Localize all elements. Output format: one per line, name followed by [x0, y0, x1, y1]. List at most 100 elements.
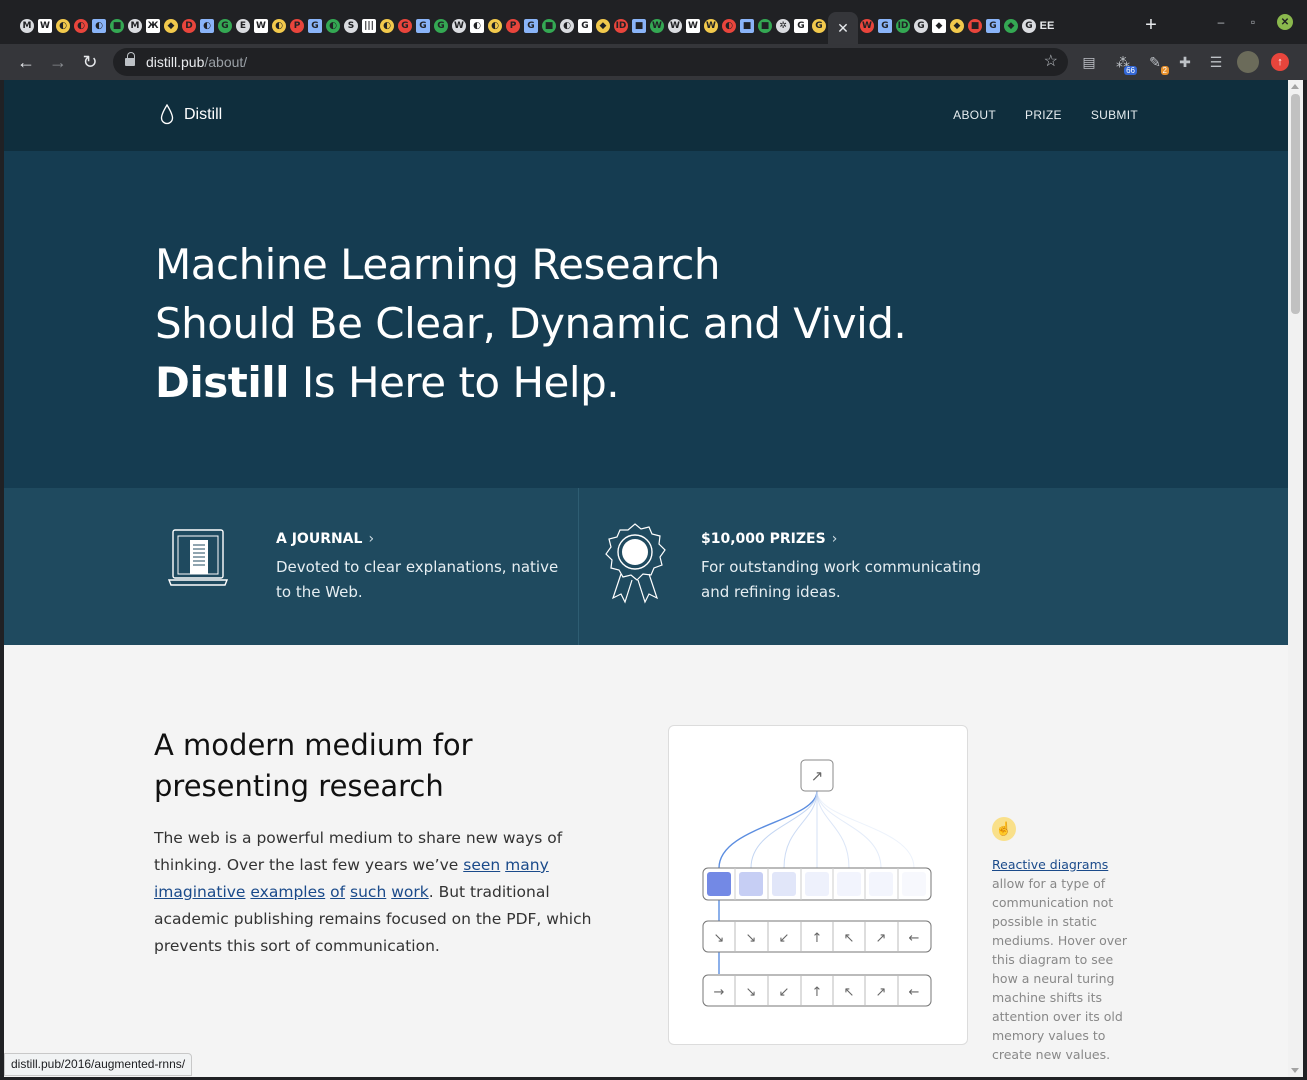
- nav-submit[interactable]: SUBMIT: [1091, 108, 1138, 122]
- tab-favicon[interactable]: G: [306, 12, 324, 40]
- tab-favicon[interactable]: ◐: [90, 12, 108, 40]
- tab-favicon[interactable]: M: [126, 12, 144, 40]
- link-imaginative[interactable]: imaginative: [154, 883, 245, 901]
- tab-favicon[interactable]: |||: [360, 12, 378, 40]
- tab-favicon[interactable]: G: [1020, 12, 1038, 40]
- tab-close-icon[interactable]: ✕: [837, 20, 849, 37]
- update-icon[interactable]: ↑: [1271, 53, 1289, 71]
- tab-favicon[interactable]: ◐: [54, 12, 72, 40]
- tree-icon[interactable]: ⁂ 66: [1113, 52, 1137, 75]
- address-bar[interactable]: distill.pub/about/ ☆: [113, 48, 1068, 76]
- url-text[interactable]: distill.pub/about/: [146, 54, 247, 70]
- link-such[interactable]: such: [350, 883, 386, 901]
- nav-prize[interactable]: PRIZE: [1025, 108, 1062, 122]
- tab-favicon[interactable]: ■: [540, 12, 558, 40]
- window-close-icon[interactable]: ✕: [1277, 14, 1293, 30]
- favicon-icon: G: [308, 19, 322, 33]
- tab-favicon[interactable]: G: [522, 12, 540, 40]
- scroll-up-arrow[interactable]: [1291, 84, 1299, 89]
- tab-favicon[interactable]: W: [36, 12, 54, 40]
- tab-favicon[interactable]: ◆: [594, 12, 612, 40]
- tab-favicon[interactable]: G: [216, 12, 234, 40]
- tab-favicon[interactable]: ◐: [468, 12, 486, 40]
- feature-journal-title[interactable]: A JOURNAL ›: [276, 531, 374, 547]
- tab-favicon[interactable]: E: [234, 12, 252, 40]
- tab-favicon[interactable]: ◆: [1002, 12, 1020, 40]
- tab-favicon[interactable]: ◐: [486, 12, 504, 40]
- tab-favicon[interactable]: S: [342, 12, 360, 40]
- tab-favicon[interactable]: ID: [612, 12, 630, 40]
- tab-favicon[interactable]: W: [450, 12, 468, 40]
- tab-favicon[interactable]: ID: [894, 12, 912, 40]
- tab-favicon[interactable]: W: [252, 12, 270, 40]
- tab-favicon[interactable]: G: [984, 12, 1002, 40]
- tab-favicon-ee[interactable]: EE: [1038, 12, 1056, 40]
- lock-icon[interactable]: [125, 52, 135, 67]
- forward-icon[interactable]: →: [46, 50, 70, 74]
- tab-favicon[interactable]: G: [414, 12, 432, 40]
- tab-favicon[interactable]: ◐: [558, 12, 576, 40]
- tab-favicon[interactable]: W: [648, 12, 666, 40]
- tab-favicon[interactable]: D: [180, 12, 198, 40]
- doc-icon[interactable]: ▤: [1079, 52, 1099, 72]
- tab-favicon[interactable]: P: [288, 12, 306, 40]
- tab-favicon[interactable]: G: [576, 12, 594, 40]
- tab-favicon[interactable]: ◐: [720, 12, 738, 40]
- tab-favicon[interactable]: ◆: [162, 12, 180, 40]
- link-work[interactable]: work: [391, 883, 429, 901]
- tab-favicon[interactable]: ■: [108, 12, 126, 40]
- nav-about[interactable]: ABOUT: [953, 108, 996, 122]
- bookmark-star-icon[interactable]: ☆: [1044, 51, 1058, 71]
- tab-favicon[interactable]: Ж: [144, 12, 162, 40]
- tab-favicon[interactable]: ✲: [774, 12, 792, 40]
- tab-favicon[interactable]: G: [912, 12, 930, 40]
- puzzle-icon[interactable]: ✚: [1175, 52, 1195, 72]
- ntm-attention-diagram[interactable]: ↗ ↘ ↘ ↙ ↑ ↖ ↗ ← → ↘ ↙ ↑ ↖ ↗ ←: [669, 726, 969, 1046]
- tab-favicon[interactable]: ◆: [930, 12, 948, 40]
- tab-favicon[interactable]: W: [702, 12, 720, 40]
- tab-favicon[interactable]: P: [504, 12, 522, 40]
- tab-favicon[interactable]: W: [858, 12, 876, 40]
- tab-favicon[interactable]: G: [810, 12, 828, 40]
- tab-favicon[interactable]: ◐: [198, 12, 216, 40]
- tab-favicon[interactable]: W: [684, 12, 702, 40]
- tab-favicon[interactable]: G: [432, 12, 450, 40]
- link-seen[interactable]: seen: [463, 856, 500, 874]
- minimize-icon[interactable]: –: [1213, 14, 1229, 30]
- reload-icon[interactable]: ↻: [78, 50, 102, 74]
- scroll-thumb[interactable]: [1291, 94, 1300, 314]
- maximize-icon[interactable]: ▫: [1245, 14, 1261, 30]
- tab-favicon[interactable]: ◆: [948, 12, 966, 40]
- tab-favicon[interactable]: G: [876, 12, 894, 40]
- link-many[interactable]: many: [505, 856, 549, 874]
- tab-favicon[interactable]: W: [666, 12, 684, 40]
- tab-favicon[interactable]: ◐: [378, 12, 396, 40]
- tab-favicon[interactable]: ■: [630, 12, 648, 40]
- tab-favicon[interactable]: ■: [966, 12, 984, 40]
- feature-prizes-title[interactable]: $10,000 PRIZES ›: [701, 531, 837, 547]
- tab-favicon[interactable]: ◐: [324, 12, 342, 40]
- media-icon[interactable]: ☰: [1206, 52, 1226, 72]
- tab-favicon[interactable]: M: [18, 12, 36, 40]
- tab-favicon[interactable]: G: [792, 12, 810, 40]
- tab-favicon[interactable]: ■: [756, 12, 774, 40]
- tab-favicon[interactable]: ◐: [270, 12, 288, 40]
- link-of[interactable]: of: [330, 883, 345, 901]
- ntm-diagram[interactable]: ↗ ↘ ↘ ↙ ↑ ↖ ↗ ← → ↘ ↙ ↑ ↖ ↗ ←: [668, 725, 968, 1045]
- extension-badge: 2: [1160, 66, 1169, 75]
- tab-favicon[interactable]: ■: [738, 12, 756, 40]
- new-tab-button[interactable]: +: [1140, 14, 1162, 36]
- feature-journal[interactable]: A JOURNAL › Devoted to clear explanations…: [4, 488, 578, 645]
- tab-favicon[interactable]: ◐: [72, 12, 90, 40]
- link-reactive-diagrams[interactable]: Reactive diagrams: [992, 857, 1108, 872]
- page-scrollbar[interactable]: [1288, 80, 1303, 1077]
- gear-icon[interactable]: ✎ 2: [1145, 52, 1169, 75]
- brand-logo[interactable]: Distill: [160, 104, 222, 126]
- feature-prizes[interactable]: $10,000 PRIZES › For outstanding work com…: [579, 488, 1288, 645]
- active-tab[interactable]: ✕: [828, 12, 858, 44]
- back-icon[interactable]: ←: [14, 50, 38, 74]
- scroll-down-arrow[interactable]: [1291, 1068, 1299, 1073]
- profile-avatar[interactable]: [1237, 51, 1259, 73]
- tab-favicon[interactable]: G: [396, 12, 414, 40]
- link-examples[interactable]: examples: [250, 883, 325, 901]
